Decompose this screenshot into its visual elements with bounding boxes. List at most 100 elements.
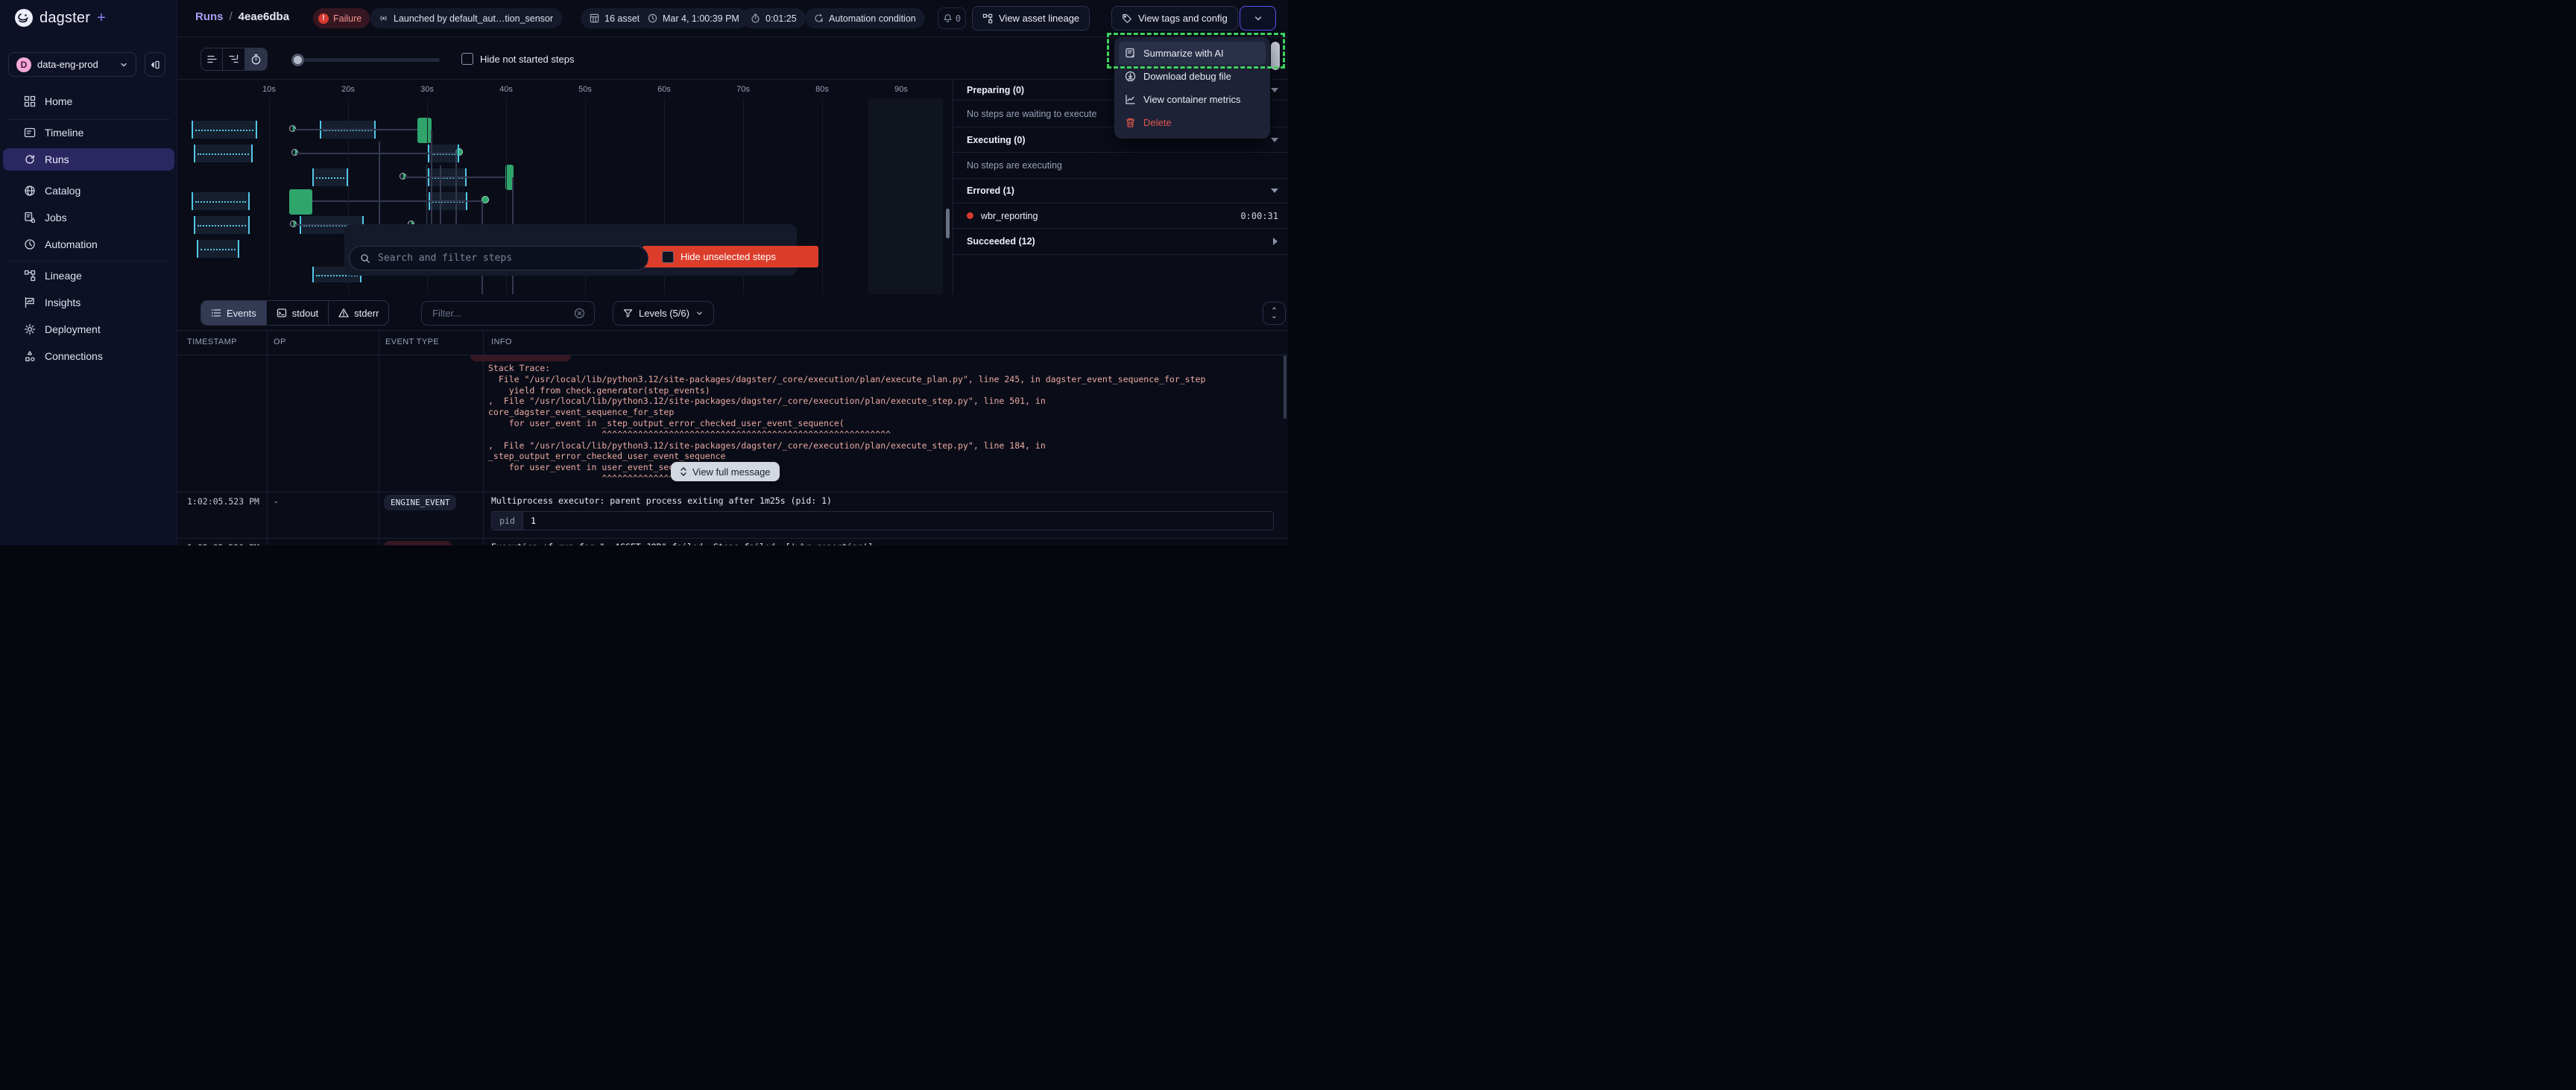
stopwatch-icon [751,13,760,23]
funnel-icon [623,308,633,318]
timeline-icon [24,127,36,139]
runs-icon [24,153,36,165]
sidebar-item-home[interactable]: Home [3,90,174,113]
event-op: - [274,496,279,507]
hide-not-started-group: Hide not started steps [461,53,574,65]
expand-triangle-icon[interactable] [1273,238,1278,245]
section-body: No steps are waiting to execute [967,109,1096,119]
stack-trace: Stack Trace: File "/usr/local/lib/python… [488,363,1205,484]
deployment-name: data-eng-prod [37,59,113,70]
breadcrumb: Runs / 4eae6dba [195,10,289,23]
collapse-triangle-icon[interactable] [1271,138,1278,142]
sidebar-item-timeline[interactable]: Timeline [3,121,174,144]
section-title: Errored (1) [967,186,1014,196]
gantt-step-succeeded[interactable] [417,118,432,143]
gantt-body: 90s80s70s60s50s40s30s20s10s Hide unselec… [177,80,953,294]
automation-condition-badge[interactable]: Automation condition [805,8,925,28]
events-table-header: TIMESTAMP OP EVENT TYPE INFO [177,330,1288,355]
bell-icon [943,13,953,23]
notification-count: 0 [956,13,961,24]
connections-icon [24,350,36,362]
gantt-mode-timed-button[interactable] [245,48,267,70]
metadata-key: pid [492,512,523,530]
event-timestamp: 1:02:05.596 PM [187,542,259,545]
gantt-axis-tick: 90s [894,85,908,94]
computer-use-highlight-box [1107,33,1285,69]
tab-stdout[interactable]: stdout [267,301,329,325]
gantt-mode-flat-button[interactable] [201,48,223,70]
log-filter-input[interactable] [431,307,568,320]
event-metadata-table: pid 1 [491,511,1274,530]
sidebar-item-lineage[interactable]: Lineage [3,264,174,287]
tab-label: Events [227,308,256,319]
view-asset-lineage-button[interactable]: View asset lineage [972,6,1090,31]
hide-unselected-checkbox[interactable] [662,251,674,263]
row-divider [177,538,1288,539]
automation-condition-icon [814,13,824,23]
sidebar-item-label: Lineage [45,270,82,282]
step-search-input[interactable] [376,252,637,264]
badge-label: 0:01:25 [765,13,797,24]
tab-stderr[interactable]: stderr [329,301,388,325]
view-full-message-button[interactable]: View full message [671,462,780,481]
gantt-step-not-started[interactable] [197,240,239,258]
event-info: Multiprocess executor: parent process ex… [491,495,832,506]
panel-section-succeeded[interactable]: Succeeded (12) [953,229,1288,255]
gantt-zoom-slider-track[interactable] [291,58,440,62]
gantt-step-not-started[interactable] [194,216,250,234]
sidebar-item-catalog[interactable]: Catalog [3,180,174,202]
sidebar-item-insights[interactable]: Insights [3,291,174,314]
run-actions-dropdown-button[interactable] [1240,6,1276,31]
sidebar-item-connections[interactable]: Connections [3,345,174,367]
button-label: View tags and config [1138,13,1228,24]
gantt-vertical-scrollbar[interactable] [946,209,950,238]
collapse-triangle-icon[interactable] [1271,188,1278,193]
home-grid-icon [24,95,36,107]
event-timestamp: 1:02:05.523 PM [187,496,259,507]
deployment-switcher[interactable]: D data-eng-prod [8,52,136,77]
gantt-step-not-started[interactable] [194,145,253,162]
panel-section-errored[interactable]: Errored (1) [953,179,1288,203]
gantt-step-not-started[interactable] [312,168,348,186]
sidebar-divider [7,119,170,120]
gantt-step-not-started[interactable] [192,121,257,139]
hide-not-started-label: Hide not started steps [480,54,574,65]
section-body: No steps are executing [967,160,1062,171]
dagster-logo[interactable]: dagster + [13,7,106,28]
errored-step-row[interactable]: wbr_reporting 0:00:31 [953,203,1288,229]
expand-log-panel-button[interactable]: ⌃⌄ [1263,302,1286,325]
brand-wordmark: dagster [40,10,90,27]
gantt-mode-segmented-control [201,48,268,71]
sidebar-item-jobs[interactable]: Jobs [3,206,174,229]
gantt-step-succeeded[interactable] [289,189,312,215]
sidebar-item-automation[interactable]: Automation [3,233,174,256]
gantt-step-not-started[interactable] [192,192,250,210]
notifications-button[interactable]: 0 [938,7,966,29]
launched-by-badge[interactable]: Launched by default_aut…tion_sensor [370,8,562,28]
levels-dropdown[interactable]: Levels (5/6) [613,301,714,326]
column-header-timestamp: TIMESTAMP [187,338,237,346]
sidebar-item-runs[interactable]: Runs [3,148,174,171]
menu-item-view-container-metrics[interactable]: View container metrics [1119,88,1266,111]
collapse-triangle-icon[interactable] [1271,88,1278,92]
dagster-run-page: dagster + D data-eng-prod Home Timeline … [0,0,1288,545]
automation-clock-icon [24,238,36,250]
badge-label: Automation condition [829,13,916,24]
hide-unselected-highlight: Hide unselected steps [643,246,818,267]
hide-not-started-checkbox[interactable] [461,53,473,65]
gantt-axis-tick: 60s [657,85,671,94]
sidebar-item-deployment[interactable]: Deployment [3,318,174,340]
trash-icon [1125,117,1136,128]
events-scrollbar[interactable] [1284,355,1287,419]
menu-item-delete[interactable]: Delete [1119,111,1266,134]
gantt-mode-waterfall-button[interactable] [223,48,244,70]
clear-filter-icon[interactable] [574,308,585,319]
catalog-globe-icon [24,185,36,197]
collapse-sidebar-button[interactable] [145,52,165,77]
panel-empty-executing: No steps are executing [953,153,1288,179]
view-tags-and-config-button[interactable]: View tags and config [1111,6,1238,31]
tab-events[interactable]: Events [201,301,267,325]
gantt-zoom-slider-thumb[interactable] [291,54,304,66]
breadcrumb-runs-link[interactable]: Runs [195,10,224,23]
waterfall-icon [228,54,239,65]
